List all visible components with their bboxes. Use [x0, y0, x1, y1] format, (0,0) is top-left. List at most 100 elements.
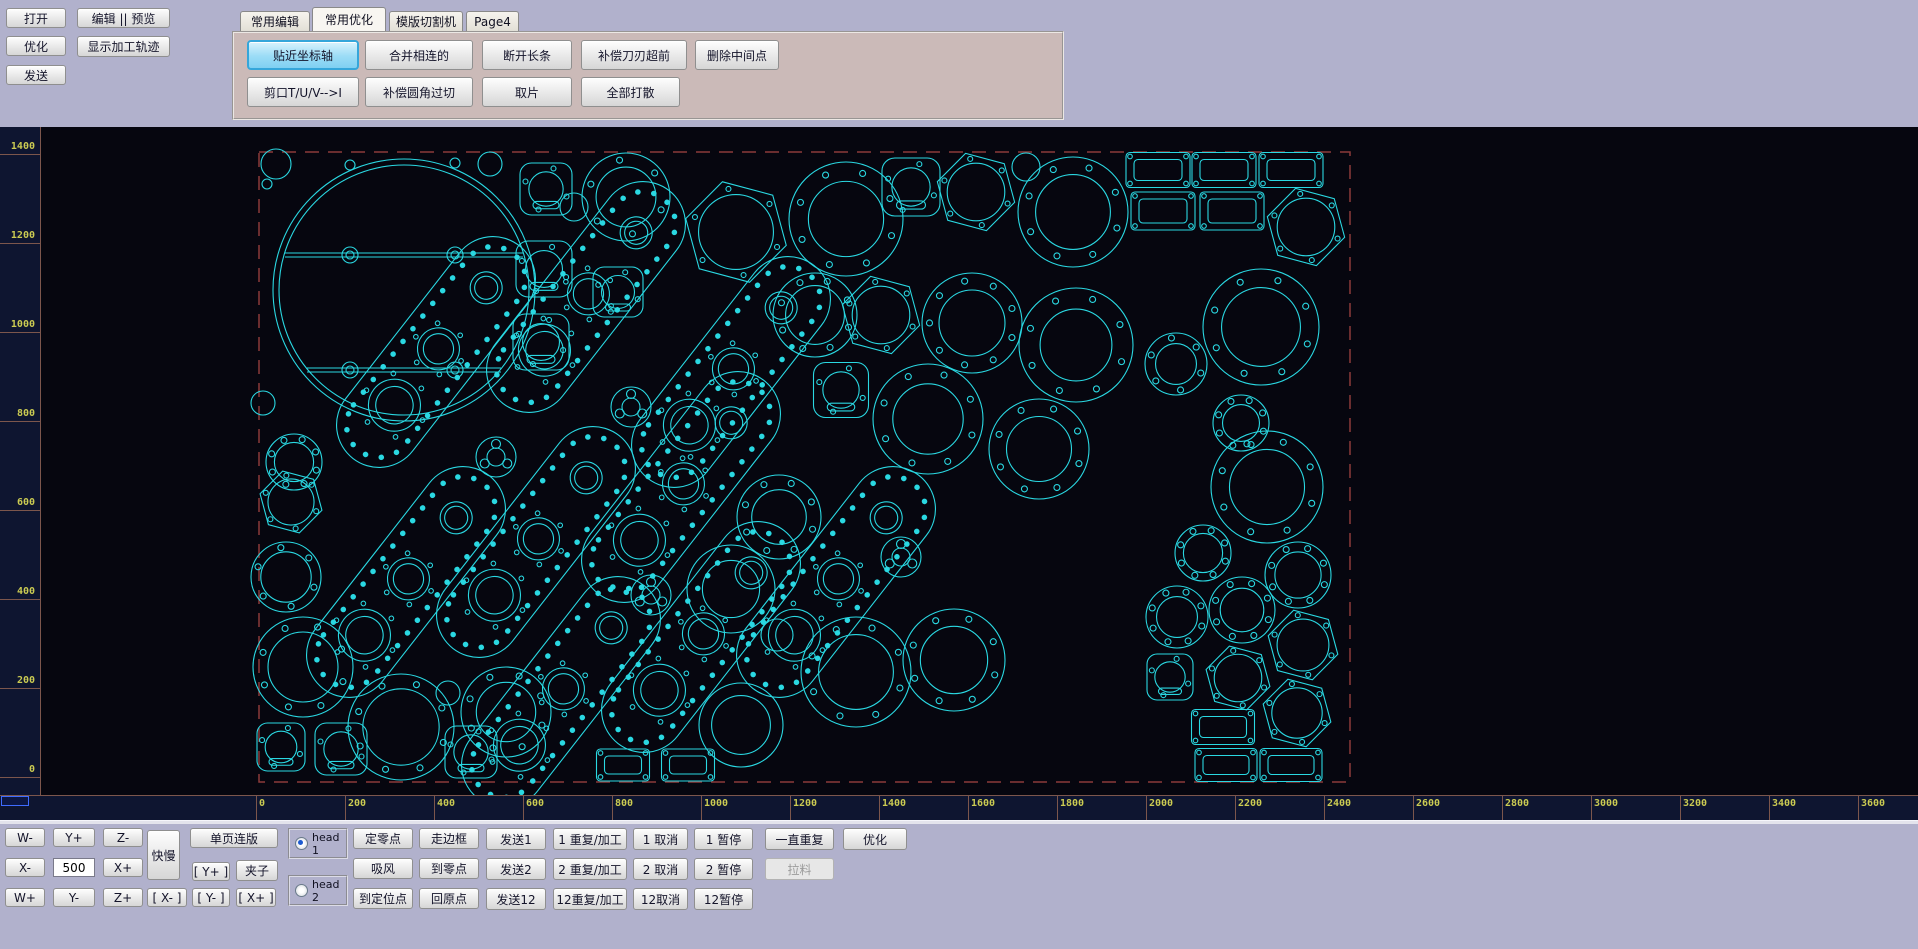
ruler-label: 2800 [1505, 798, 1529, 809]
ruler-tick [1502, 796, 1503, 820]
btn-send-12[interactable]: 发送12 [486, 888, 546, 910]
ruler-label: 3600 [1861, 798, 1885, 809]
btn-jog-x-minus[interactable]: X- [5, 858, 45, 877]
ruler-tick [1235, 796, 1236, 820]
ruler-tick [790, 796, 791, 820]
ruler-tick [523, 796, 524, 820]
ruler-label: 3200 [1683, 798, 1707, 809]
btn-home[interactable]: 回原点 [419, 888, 479, 909]
ruler-tick [0, 332, 41, 333]
tool-pick-piece[interactable]: 取片 [482, 77, 572, 107]
ruler-tick [0, 688, 41, 689]
btn-soft-x-minus[interactable]: [ X- ] [147, 888, 187, 907]
ruler-label: 2000 [1149, 798, 1173, 809]
btn-soft-y-plus[interactable]: [ Y+ ] [192, 862, 230, 881]
ruler-tick [1324, 796, 1325, 820]
ruler-tick [0, 510, 41, 511]
radio-head-1-dot[interactable] [295, 837, 308, 850]
ruler-label: 1800 [1060, 798, 1084, 809]
tool-notch-tuv-to-i[interactable]: 剪口T/U/V-->I [247, 77, 359, 107]
btn-soft-y-minus[interactable]: [ Y- ] [192, 888, 230, 907]
btn-repeat-12[interactable]: 12重复/加工 [553, 888, 627, 910]
ruler-label: 800 [17, 408, 35, 419]
btn-show-track[interactable]: 显示加工轨迹 [77, 36, 170, 57]
btn-jog-w-plus[interactable]: W+ [5, 888, 45, 907]
btn-jog-x-plus[interactable]: X+ [103, 858, 143, 877]
btn-soft-x-plus[interactable]: [ X+ ] [236, 888, 276, 907]
tab-common-edit[interactable]: 常用编辑 [240, 11, 310, 31]
btn-pull-material: 拉料 [765, 858, 834, 880]
tab-page4[interactable]: Page4 [466, 11, 519, 31]
radio-head-2[interactable]: head 2 [288, 875, 348, 906]
radio-head-1[interactable]: head 1 [288, 828, 348, 859]
btn-pause-1[interactable]: 1 暂停 [694, 828, 753, 850]
btn-cancel-1[interactable]: 1 取消 [633, 828, 688, 850]
drawing-canvas[interactable] [41, 127, 1918, 795]
tool-break-long-strip[interactable]: 断开长条 [482, 40, 572, 70]
ruler-label: 2200 [1238, 798, 1262, 809]
btn-cancel-2[interactable]: 2 取消 [633, 858, 688, 880]
ruler-tick [1591, 796, 1592, 820]
app-window: 1400120010008006004002000 02004006008001… [0, 0, 1918, 949]
ruler-label: 1200 [793, 798, 817, 809]
radio-head-2-label: head 2 [312, 878, 346, 904]
ruler-tick [434, 796, 435, 820]
btn-pause-12[interactable]: 12暂停 [694, 888, 753, 910]
ruler-label: 1400 [882, 798, 906, 809]
btn-clamp[interactable]: 夹子 [236, 860, 278, 881]
btn-jog-w-minus[interactable]: W- [5, 828, 45, 847]
btn-jog-y-minus[interactable]: Y- [53, 888, 95, 907]
btn-jog-y-plus[interactable]: Y+ [53, 828, 95, 847]
btn-repeat-forever[interactable]: 一直重复 [765, 828, 834, 850]
tool-comp-blade-lead[interactable]: 补偿刀刃超前 [581, 40, 687, 70]
btn-single-page-nest[interactable]: 单页连版 [190, 828, 278, 848]
ruler-tick [0, 599, 41, 600]
ruler-label: 200 [17, 675, 35, 686]
btn-send-2[interactable]: 发送2 [486, 858, 546, 880]
tool-comp-fillet-overcut[interactable]: 补偿圆角过切 [365, 77, 473, 107]
tool-merge-connected[interactable]: 合并相连的 [365, 40, 473, 70]
speed-input[interactable] [53, 858, 95, 877]
tab-template-cutter[interactable]: 模版切割机 [389, 11, 463, 31]
btn-jog-z-plus[interactable]: Z+ [103, 888, 143, 907]
btn-repeat-2[interactable]: 2 重复/加工 [553, 858, 627, 880]
tool-snap-axis[interactable]: 贴近坐标轴 [247, 40, 359, 70]
btn-set-zero[interactable]: 定零点 [353, 828, 413, 849]
ruler-tick [0, 421, 41, 422]
tool-explode-all[interactable]: 全部打散 [581, 77, 680, 107]
tool-delete-midpoints[interactable]: 删除中间点 [695, 40, 779, 70]
btn-walk-frame[interactable]: 走边框 [419, 828, 479, 849]
btn-repeat-1[interactable]: 1 重复/加工 [553, 828, 627, 850]
btn-optimize-run[interactable]: 优化 [843, 828, 907, 850]
ruler-tick [1680, 796, 1681, 820]
ruler-label: 600 [526, 798, 544, 809]
ruler-tick [1769, 796, 1770, 820]
btn-cancel-12[interactable]: 12取消 [633, 888, 688, 910]
ruler-tick [345, 796, 346, 820]
btn-suction[interactable]: 吸风 [353, 858, 413, 879]
btn-pause-2[interactable]: 2 暂停 [694, 858, 753, 880]
ruler-label: 0 [29, 764, 35, 775]
ruler-tick [256, 796, 257, 820]
ruler-label: 2600 [1416, 798, 1440, 809]
ruler-tick [968, 796, 969, 820]
ruler-label: 2400 [1327, 798, 1351, 809]
btn-edit-preview[interactable]: 编辑 || 预览 [77, 8, 170, 28]
btn-send-1[interactable]: 发送1 [486, 828, 546, 850]
bottom-ruler: 0200400600800100012001400160018002000220… [0, 795, 1918, 820]
btn-open[interactable]: 打开 [6, 8, 66, 28]
btn-fast-slow[interactable]: 快慢 [147, 830, 180, 880]
btn-to-zero[interactable]: 到零点 [419, 858, 479, 879]
btn-send[interactable]: 发送 [6, 65, 66, 85]
tab-common-optimize[interactable]: 常用优化 [312, 7, 386, 31]
btn-to-locate[interactable]: 到定位点 [353, 888, 413, 909]
ruler-label: 0 [259, 798, 265, 809]
ruler-label: 1200 [11, 230, 35, 241]
radio-head-2-dot[interactable] [295, 884, 308, 897]
btn-optimize[interactable]: 优化 [6, 36, 66, 56]
ruler-tick [1146, 796, 1147, 820]
ruler-tick [1413, 796, 1414, 820]
ruler-label: 1400 [11, 141, 35, 152]
ruler-origin-marker [1, 796, 29, 806]
btn-jog-z-minus[interactable]: Z- [103, 828, 143, 847]
